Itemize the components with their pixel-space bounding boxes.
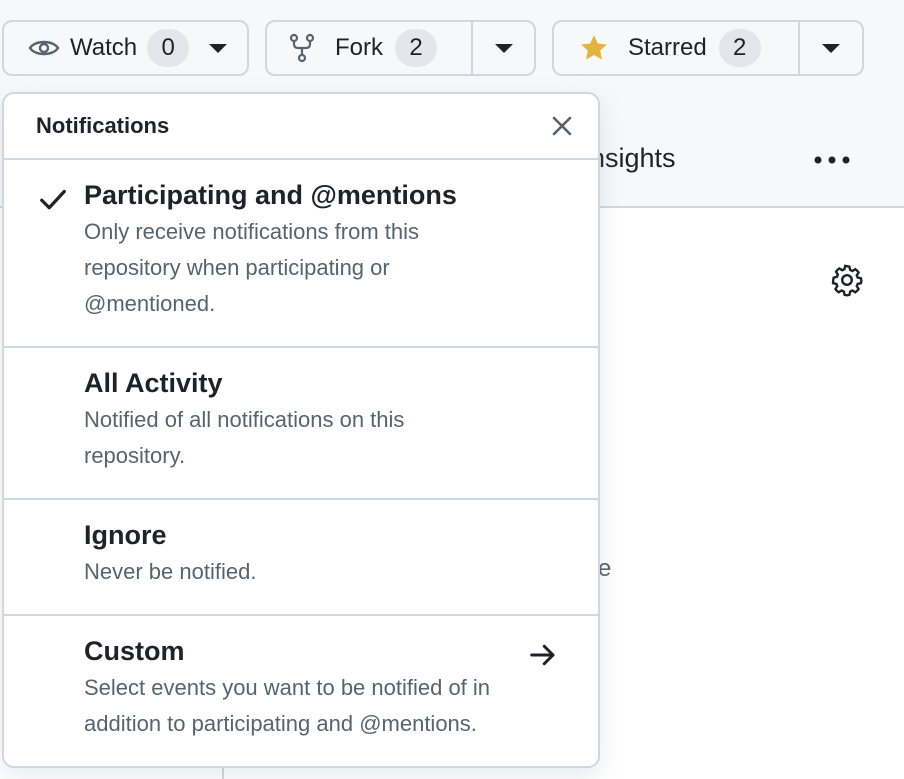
caret-down-icon [822,43,840,53]
option-description: Notified of all notifications on this re… [84,407,405,468]
star-fill-icon [581,35,607,60]
dropdown-header: Notifications [4,94,598,160]
option-title: Ignore [84,520,167,550]
tab-insights[interactable]: nsights [590,143,676,174]
check-icon [40,189,66,210]
fork-button[interactable]: Fork 2 [267,22,471,74]
repo-forked-icon [289,33,315,63]
arrow-right-icon [530,644,555,666]
option-description: Only receive notifications from this rep… [84,219,420,316]
close-icon [552,116,572,136]
fork-dropdown-button[interactable] [471,22,534,74]
more-options-button[interactable] [812,140,852,180]
starred-label: Starred [628,34,707,61]
option-description: Select events you want to be notified of… [84,675,491,736]
caret-down-icon [209,43,228,53]
option-title: Participating and @mentions [84,180,457,210]
option-description: Never be notified. [84,559,257,584]
watch-label: Watch [70,34,138,61]
fork-label: Fork [335,34,383,61]
kebab-horizontal-icon [814,156,850,164]
star-count: 2 [718,29,761,67]
caret-down-icon [494,43,513,53]
watch-button[interactable]: Watch 0 [4,22,251,74]
option-participating[interactable]: Participating and @mentions Only receive… [4,160,598,348]
background-text-fragment: e [598,555,612,582]
star-button-group: Starred 2 [552,20,864,76]
watch-count: 0 [147,29,190,67]
settings-button[interactable] [829,262,865,298]
fork-count: 2 [395,29,437,67]
fork-button-group: Fork 2 [265,20,536,76]
star-dropdown-button[interactable] [798,22,862,74]
dropdown-title: Notifications [36,113,170,138]
gear-icon [831,264,863,297]
option-title: Custom [84,636,185,666]
option-custom[interactable]: Custom Select events you want to be noti… [4,616,598,766]
option-all-activity[interactable]: All Activity Notified of all notificatio… [4,348,598,500]
unstar-button[interactable]: Starred 2 [554,22,798,74]
option-title: All Activity [84,368,223,398]
watch-button-group: Watch 0 [2,20,249,76]
eye-icon [28,40,60,56]
option-ignore[interactable]: Ignore Never be notified. [4,500,598,616]
close-button[interactable] [546,110,578,142]
notifications-dropdown: Notifications Participating and @mention… [2,92,600,768]
